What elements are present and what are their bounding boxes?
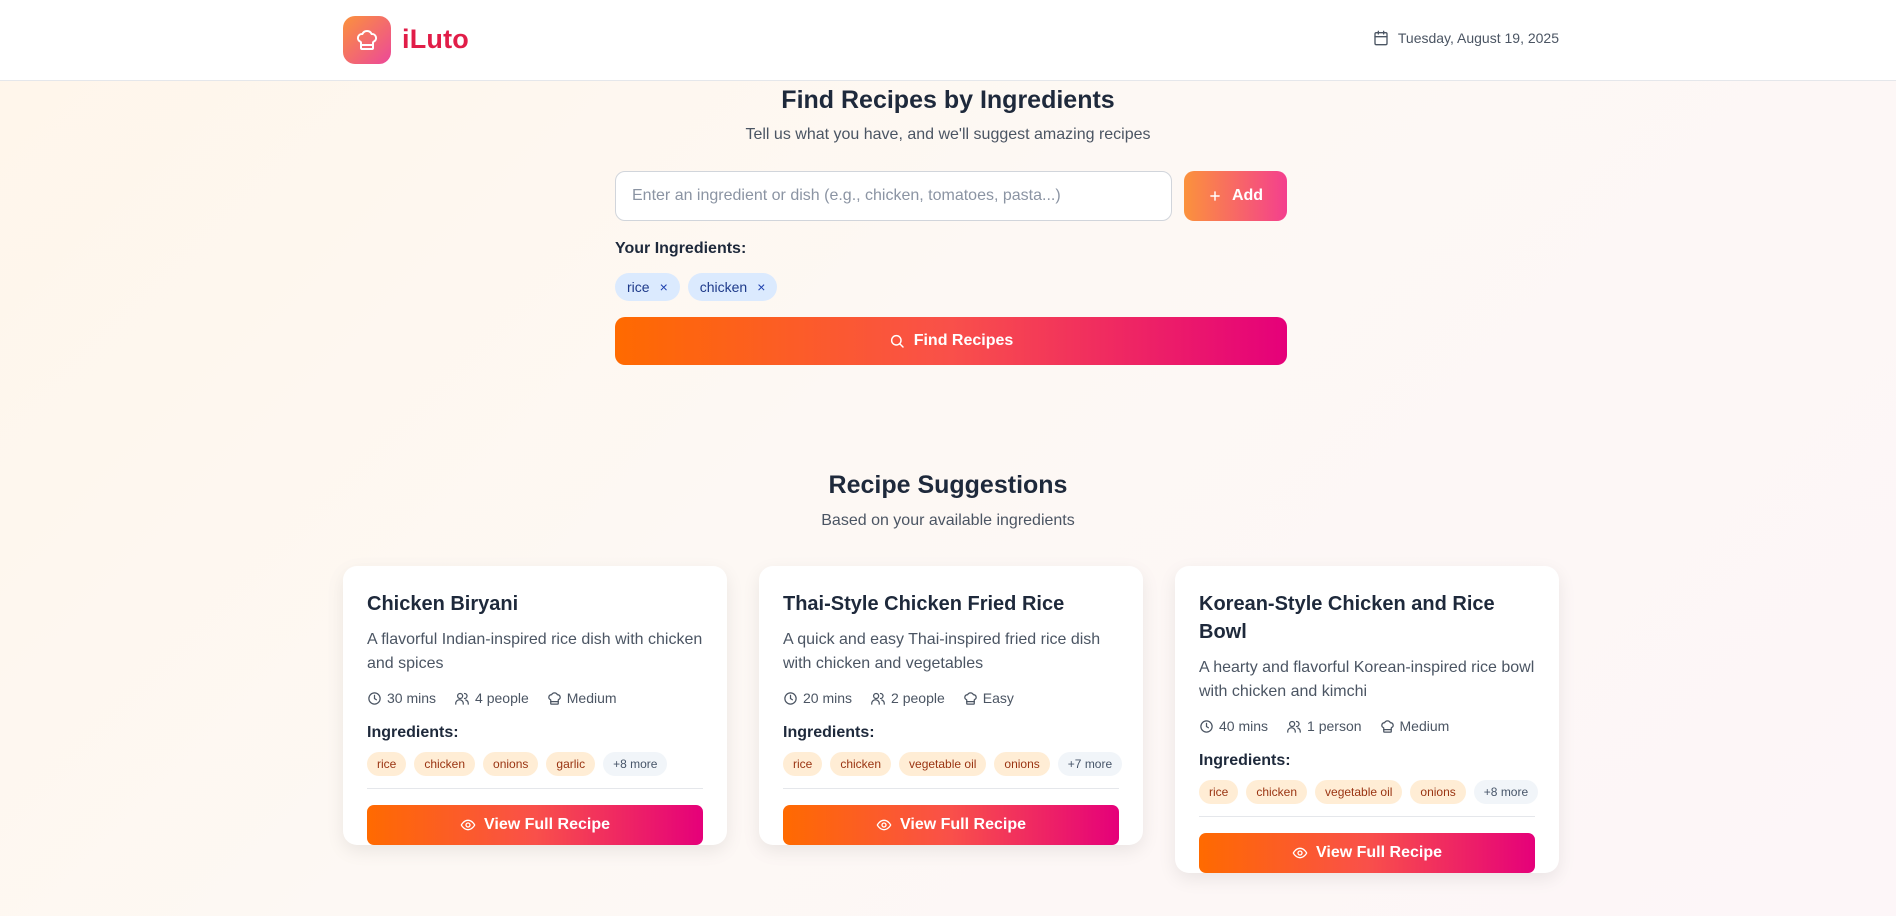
recipe-difficulty-text: Medium [1399, 718, 1450, 734]
chef-hat-icon [1380, 719, 1394, 733]
ingredient-chip: chicken × [687, 273, 778, 301]
date-display: Tuesday, August 19, 2025 [1373, 30, 1559, 46]
chef-hat-icon [548, 691, 561, 705]
ingredients-heading: Ingredients: [783, 724, 875, 741]
calendar-icon [1374, 30, 1388, 46]
view-recipe-button[interactable]: View Full Recipe [1199, 833, 1535, 873]
ingredient-tag: onions [994, 752, 1050, 776]
ingredient-tag: vegetable oil [1315, 780, 1403, 804]
chef-hat-icon [356, 30, 378, 50]
divider [783, 788, 1119, 789]
eye-icon [876, 819, 892, 831]
view-recipe-label: View Full Recipe [1316, 844, 1442, 861]
clock-icon [784, 691, 797, 705]
recipe-card: Thai-Style Chicken Fried Rice A quick an… [759, 566, 1143, 845]
recipe-title[interactable]: Chicken Biryani [367, 590, 703, 618]
view-recipe-button[interactable]: View Full Recipe [367, 805, 703, 845]
ingredient-chips: rice × chicken × [615, 273, 778, 301]
plus-icon [1210, 191, 1220, 201]
recipe-description: A flavorful Indian-inspired rice dish wi… [367, 631, 703, 672]
users-icon [871, 692, 885, 705]
ingredient-tag: rice [783, 752, 823, 776]
brand-name: iLuto [402, 24, 469, 54]
ingredient-chip-label: rice [627, 279, 650, 295]
recipe-servings: 1 person [1286, 718, 1362, 734]
eye-icon [460, 819, 476, 831]
ingredient-tag: rice [367, 752, 407, 776]
ingredient-chip: rice × [615, 273, 680, 301]
remove-chip-icon[interactable]: × [757, 279, 765, 295]
ingredient-tag: chicken [830, 752, 892, 776]
recipe-description: A quick and easy Thai-inspired fried ric… [783, 631, 1101, 672]
ingredient-tag: chicken [1246, 780, 1308, 804]
ingredient-tag: rice [1199, 780, 1239, 804]
recipe-card: Chicken Biryani A flavorful Indian-inspi… [343, 566, 727, 845]
recipe-difficulty-text: Medium [566, 690, 617, 706]
find-recipes-label: Find Recipes [913, 332, 1014, 349]
recipe-servings-text: 1 person [1307, 718, 1362, 734]
more-ingredients-tag: +7 more [1057, 752, 1123, 776]
ingredient-tags: rice chicken vegetable oil onions +7 mor… [783, 752, 1123, 776]
top-header: iLuto Tuesday, August 19, 2025 [0, 0, 1896, 81]
recipe-card: Korean-Style Chicken and Rice Bowl A hea… [1175, 566, 1559, 873]
ingredient-tags: rice chicken vegetable oil onions +8 mor… [1199, 780, 1539, 804]
more-ingredients-tag: +8 more [603, 752, 668, 776]
your-ingredients-label: Your Ingredients: [615, 240, 747, 257]
recipe-meta: 30 mins 4 people Medium [367, 690, 703, 706]
ingredient-tag: onions [483, 752, 539, 776]
ingredients-heading: Ingredients: [367, 724, 459, 741]
recipe-servings-text: 2 people [891, 690, 945, 706]
ingredient-chip-label: chicken [699, 279, 748, 295]
ingredient-tags: rice chicken onions garlic +8 more [367, 752, 703, 776]
divider [1199, 816, 1535, 817]
recipe-time-text: 40 mins [1219, 718, 1269, 734]
date-text: Tuesday, August 19, 2025 [1397, 30, 1559, 46]
divider [367, 788, 703, 789]
users-icon [455, 692, 469, 705]
recipe-description: A hearty and flavorful Korean-inspired r… [1199, 659, 1535, 700]
suggestions-subtitle: Based on your available ingredients [821, 512, 1075, 529]
recipe-time-text: 20 mins [803, 690, 853, 706]
recipe-time: 40 mins [1199, 718, 1268, 734]
recipe-meta: 20 mins 2 people Easy [783, 690, 1119, 706]
recipe-servings-text: 4 people [475, 690, 529, 706]
recipe-time: 20 mins [783, 690, 852, 706]
recipe-time-text: 30 mins [387, 690, 437, 706]
ingredient-input[interactable] [615, 171, 1172, 221]
ingredient-tag: chicken [414, 752, 476, 776]
recipe-title[interactable]: Thai-Style Chicken Fried Rice [783, 590, 1119, 618]
view-recipe-label: View Full Recipe [484, 816, 610, 833]
remove-chip-icon[interactable]: × [660, 279, 668, 295]
ingredients-heading: Ingredients: [1199, 752, 1291, 769]
recipe-servings: 4 people [454, 690, 529, 706]
ingredient-tag: garlic [546, 752, 596, 776]
search-icon [890, 334, 904, 348]
logo[interactable] [343, 16, 391, 64]
ingredient-tag: onions [1410, 780, 1466, 804]
recipe-time: 30 mins [367, 690, 436, 706]
add-button[interactable]: Add [1184, 171, 1287, 221]
users-icon [1287, 720, 1301, 733]
chef-hat-icon [964, 691, 977, 705]
recipe-difficulty: Medium [1380, 718, 1450, 734]
view-recipe-label: View Full Recipe [900, 816, 1026, 833]
search-subtitle: Tell us what you have, and we'll suggest… [745, 126, 1151, 143]
clock-icon [368, 691, 381, 705]
more-ingredients-tag: +8 more [1473, 780, 1539, 804]
recipe-title[interactable]: Korean-Style Chicken and Rice Bowl [1199, 590, 1535, 646]
recipe-servings: 2 people [870, 690, 945, 706]
recipe-difficulty: Medium [547, 690, 617, 706]
recipe-difficulty-text: Easy [982, 690, 1014, 706]
add-button-label: Add [1231, 187, 1264, 204]
eye-icon [1292, 847, 1308, 859]
recipe-meta: 40 mins 1 person Medium [1199, 718, 1535, 734]
suggestions-title: Recipe Suggestions [828, 471, 1068, 499]
clock-icon [1200, 719, 1213, 733]
ingredient-tag: vegetable oil [899, 752, 987, 776]
search-title: Find Recipes by Ingredients [781, 86, 1115, 114]
find-recipes-button[interactable]: Find Recipes [615, 317, 1287, 365]
view-recipe-button[interactable]: View Full Recipe [783, 805, 1119, 845]
recipe-difficulty: Easy [963, 690, 1014, 706]
